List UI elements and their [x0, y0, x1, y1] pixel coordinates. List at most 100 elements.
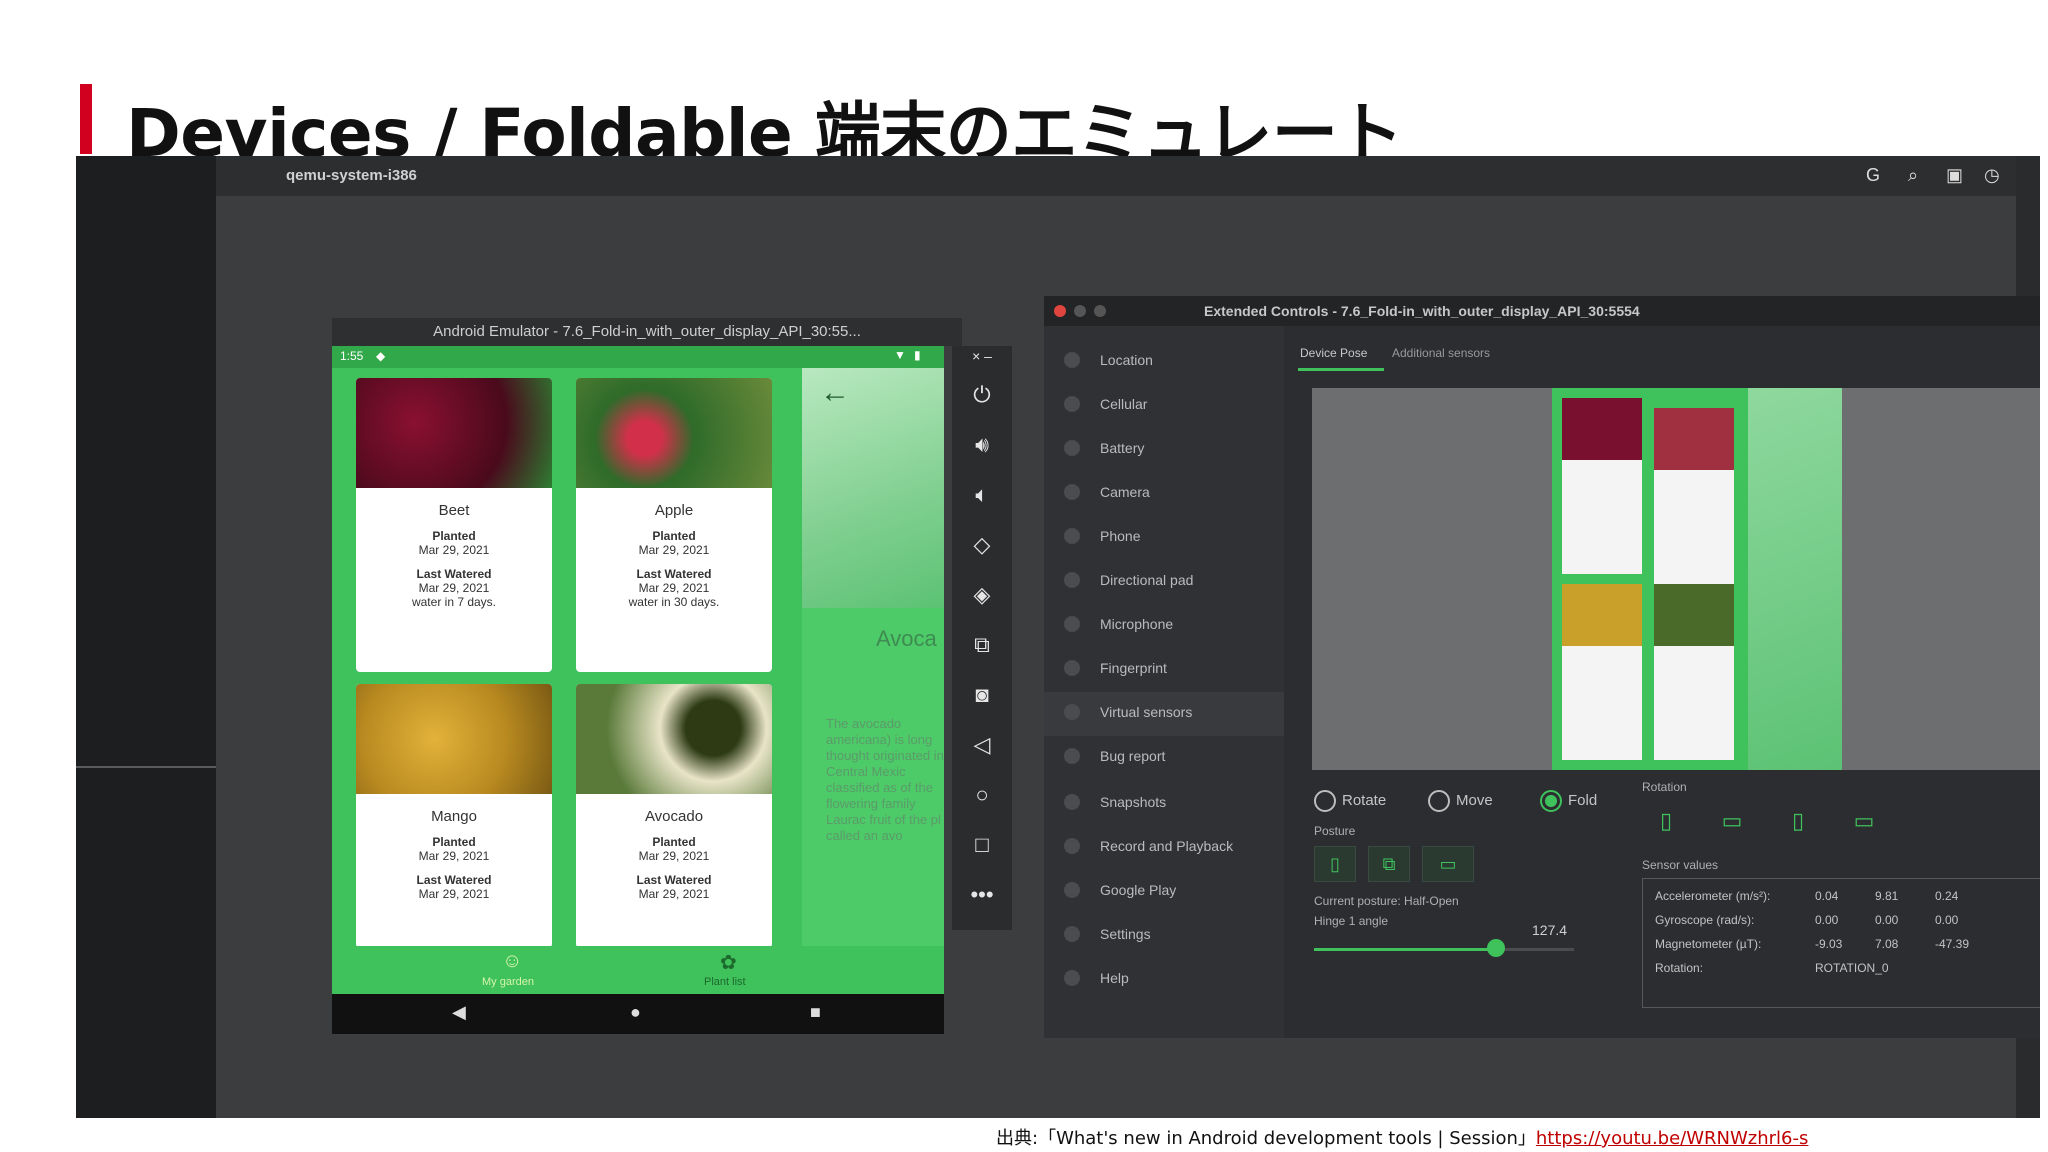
- sidebar-item-label: Record and Playback: [1100, 838, 1234, 854]
- sidebar-item-help[interactable]: Help: [1044, 958, 1284, 1002]
- sidebar-item-label: Fingerprint: [1100, 660, 1167, 676]
- emulator-title[interactable]: Android Emulator - 7.6_Fold-in_with_oute…: [332, 318, 962, 346]
- sidebar-item-label: Bug report: [1100, 748, 1166, 764]
- move-radio[interactable]: Move: [1428, 790, 1493, 812]
- minimize-dot-icon[interactable]: [1074, 305, 1086, 317]
- fold-radio[interactable]: Fold: [1540, 790, 1597, 812]
- power-icon[interactable]: ⏻: [952, 382, 1012, 408]
- google-icon[interactable]: G: [1866, 165, 1880, 186]
- plant-card-avocado[interactable]: Avocado Planted Mar 29, 2021 Last Watere…: [576, 684, 772, 948]
- sidebar-item-label: Virtual sensors: [1100, 704, 1193, 720]
- more-icon[interactable]: •••: [952, 882, 1012, 908]
- sidebar-item-directional-pad[interactable]: Directional pad: [1044, 560, 1284, 604]
- emulator-screen: Beet Planted Mar 29, 2021 Last Watered M…: [332, 368, 944, 994]
- planted-label: Planted: [432, 835, 476, 849]
- planted-label: Planted: [652, 529, 696, 543]
- close-dot-icon[interactable]: [1054, 305, 1066, 317]
- sensor-values-box: Accelerometer (m/s²): 0.04 9.81 0.24 Gyrosco…: [1642, 878, 2040, 1008]
- desktop: qemu-system-i386 G ⌕ ▣ ◷ Android Emulato…: [216, 156, 2040, 1118]
- search-icon[interactable]: ⌕: [1908, 165, 1918, 186]
- sidebar-item-label: Settings: [1100, 926, 1151, 942]
- nav-back-icon[interactable]: ◀: [452, 1002, 466, 1023]
- rotate-radio[interactable]: Rotate: [1314, 790, 1386, 812]
- tab-plant-list[interactable]: Plant list: [704, 976, 746, 988]
- plant-card-beet[interactable]: Beet Planted Mar 29, 2021 Last Watered M…: [356, 378, 552, 672]
- plant-icon[interactable]: ✿: [720, 950, 737, 975]
- overview-icon[interactable]: □: [952, 832, 1012, 858]
- sidebar-item-phone[interactable]: Phone: [1044, 516, 1284, 560]
- sidebar-item-fingerprint[interactable]: Fingerprint: [1044, 648, 1284, 692]
- close-icon[interactable]: × –: [952, 348, 1012, 364]
- sensor-value: 9.81: [1875, 889, 1899, 903]
- tab-underline: [1298, 368, 1384, 371]
- card-name: Avocado: [644, 808, 704, 825]
- rotate-right-icon[interactable]: ◈: [952, 582, 1012, 608]
- volume-down-icon[interactable]: 🔈︎: [952, 482, 1012, 508]
- posture-open-icon[interactable]: ▭: [1422, 846, 1474, 882]
- citation-link[interactable]: https://youtu.be/WRNWzhrl6-s: [1536, 1128, 1809, 1149]
- rotation-portrait-icon[interactable]: ▯: [1648, 804, 1684, 838]
- sidebar-item-location[interactable]: Location: [1044, 340, 1284, 384]
- sensor-name: Rotation:: [1655, 961, 1704, 975]
- shield-icon: ◆: [376, 349, 386, 363]
- ext-sidebar: Location Cellular Battery Camera Phone Direct…: [1044, 326, 1284, 1038]
- rotation-landscape-icon[interactable]: ▭: [1714, 804, 1750, 838]
- maximize-dot-icon[interactable]: [1094, 305, 1106, 317]
- battery-icon: ▮: [914, 348, 921, 362]
- sidebar-item-bug-report[interactable]: Bug report: [1044, 736, 1284, 780]
- sidebar-item-camera[interactable]: Camera: [1044, 472, 1284, 516]
- tab-additional-sensors[interactable]: Additional sensors: [1392, 346, 1490, 360]
- volume-up-icon[interactable]: 🔊︎: [952, 432, 1012, 458]
- sensor-name: Magnetometer (µT):: [1655, 937, 1762, 951]
- sidebar-item-virtual-sensors[interactable]: Virtual sensors: [1044, 692, 1284, 736]
- fold-label: Fold: [1568, 791, 1598, 809]
- nav-recents-icon[interactable]: ■: [810, 1002, 821, 1023]
- display-icon[interactable]: ▣: [1946, 165, 1963, 186]
- sidebar-item-microphone[interactable]: Microphone: [1044, 604, 1284, 648]
- watered-label: Last Watered: [636, 567, 712, 581]
- plant-card-apple[interactable]: Apple Planted Mar 29, 2021 Last Watered …: [576, 378, 772, 672]
- sidebar-item-record-and-playback[interactable]: Record and Playback: [1044, 826, 1284, 870]
- fold-icon[interactable]: ⧉: [952, 632, 1012, 658]
- water-note: water in 7 days.: [411, 595, 497, 609]
- nav-home-icon[interactable]: ●: [630, 1002, 641, 1023]
- sidebar-item-battery[interactable]: Battery: [1044, 428, 1284, 472]
- home-icon[interactable]: ○: [952, 782, 1012, 808]
- camera-icon: [1064, 484, 1080, 500]
- rotation-portrait-reverse-icon[interactable]: ▯: [1780, 804, 1816, 838]
- watered-date: Mar 29, 2021: [638, 887, 710, 901]
- hinge-slider-knob[interactable]: [1487, 939, 1505, 957]
- sidebar-item-cellular[interactable]: Cellular: [1044, 384, 1284, 428]
- footer-citation: 出典:「What's new in Android development to…: [996, 1124, 1808, 1150]
- camera-icon[interactable]: ◙: [952, 682, 1012, 708]
- move-label: Move: [1456, 791, 1493, 809]
- menu-bar: qemu-system-i386 G ⌕ ▣ ◷: [216, 156, 2016, 196]
- clock-icon[interactable]: ◷: [1984, 165, 2000, 186]
- garden-icon[interactable]: ☺: [502, 950, 522, 973]
- watered-label: Last Watered: [416, 567, 492, 581]
- posture-closed-icon[interactable]: ▯: [1314, 846, 1356, 882]
- sidebar-item-label: Help: [1100, 970, 1129, 986]
- posture-half-open-icon[interactable]: ⧉: [1368, 846, 1410, 882]
- sensor-name: Gyroscope (rad/s):: [1655, 913, 1755, 927]
- back-arrow-icon[interactable]: ←: [820, 376, 850, 410]
- sidebar-item-google-play[interactable]: Google Play: [1044, 870, 1284, 914]
- rotation-landscape-reverse-icon[interactable]: ▭: [1846, 804, 1882, 838]
- plant-card-mango[interactable]: Mango Planted Mar 29, 2021 Last Watered …: [356, 684, 552, 948]
- apple-image: [576, 378, 772, 488]
- settings-icon: [1064, 926, 1080, 942]
- tab-device-pose[interactable]: Device Pose: [1300, 346, 1367, 360]
- sidebar-item-snapshots[interactable]: Snapshots: [1044, 782, 1284, 826]
- rotate-left-icon[interactable]: ◇: [952, 532, 1012, 558]
- water-note: water in 30 days.: [628, 595, 720, 609]
- rotation-label: Rotation: [1642, 780, 1687, 794]
- tab-my-garden[interactable]: My garden: [482, 976, 534, 988]
- sensor-value: 0.00: [1935, 913, 1959, 927]
- sidebar-item-label: Battery: [1100, 440, 1145, 456]
- sidebar-item-settings[interactable]: Settings: [1044, 914, 1284, 958]
- planted-date: Mar 29, 2021: [418, 543, 490, 557]
- back-icon[interactable]: ◁: [952, 732, 1012, 758]
- video-frame: qemu-system-i386 G ⌕ ▣ ◷ Android Emulato…: [76, 156, 2040, 1118]
- cellular-icon: [1064, 396, 1080, 412]
- location-icon: [1064, 352, 1080, 368]
